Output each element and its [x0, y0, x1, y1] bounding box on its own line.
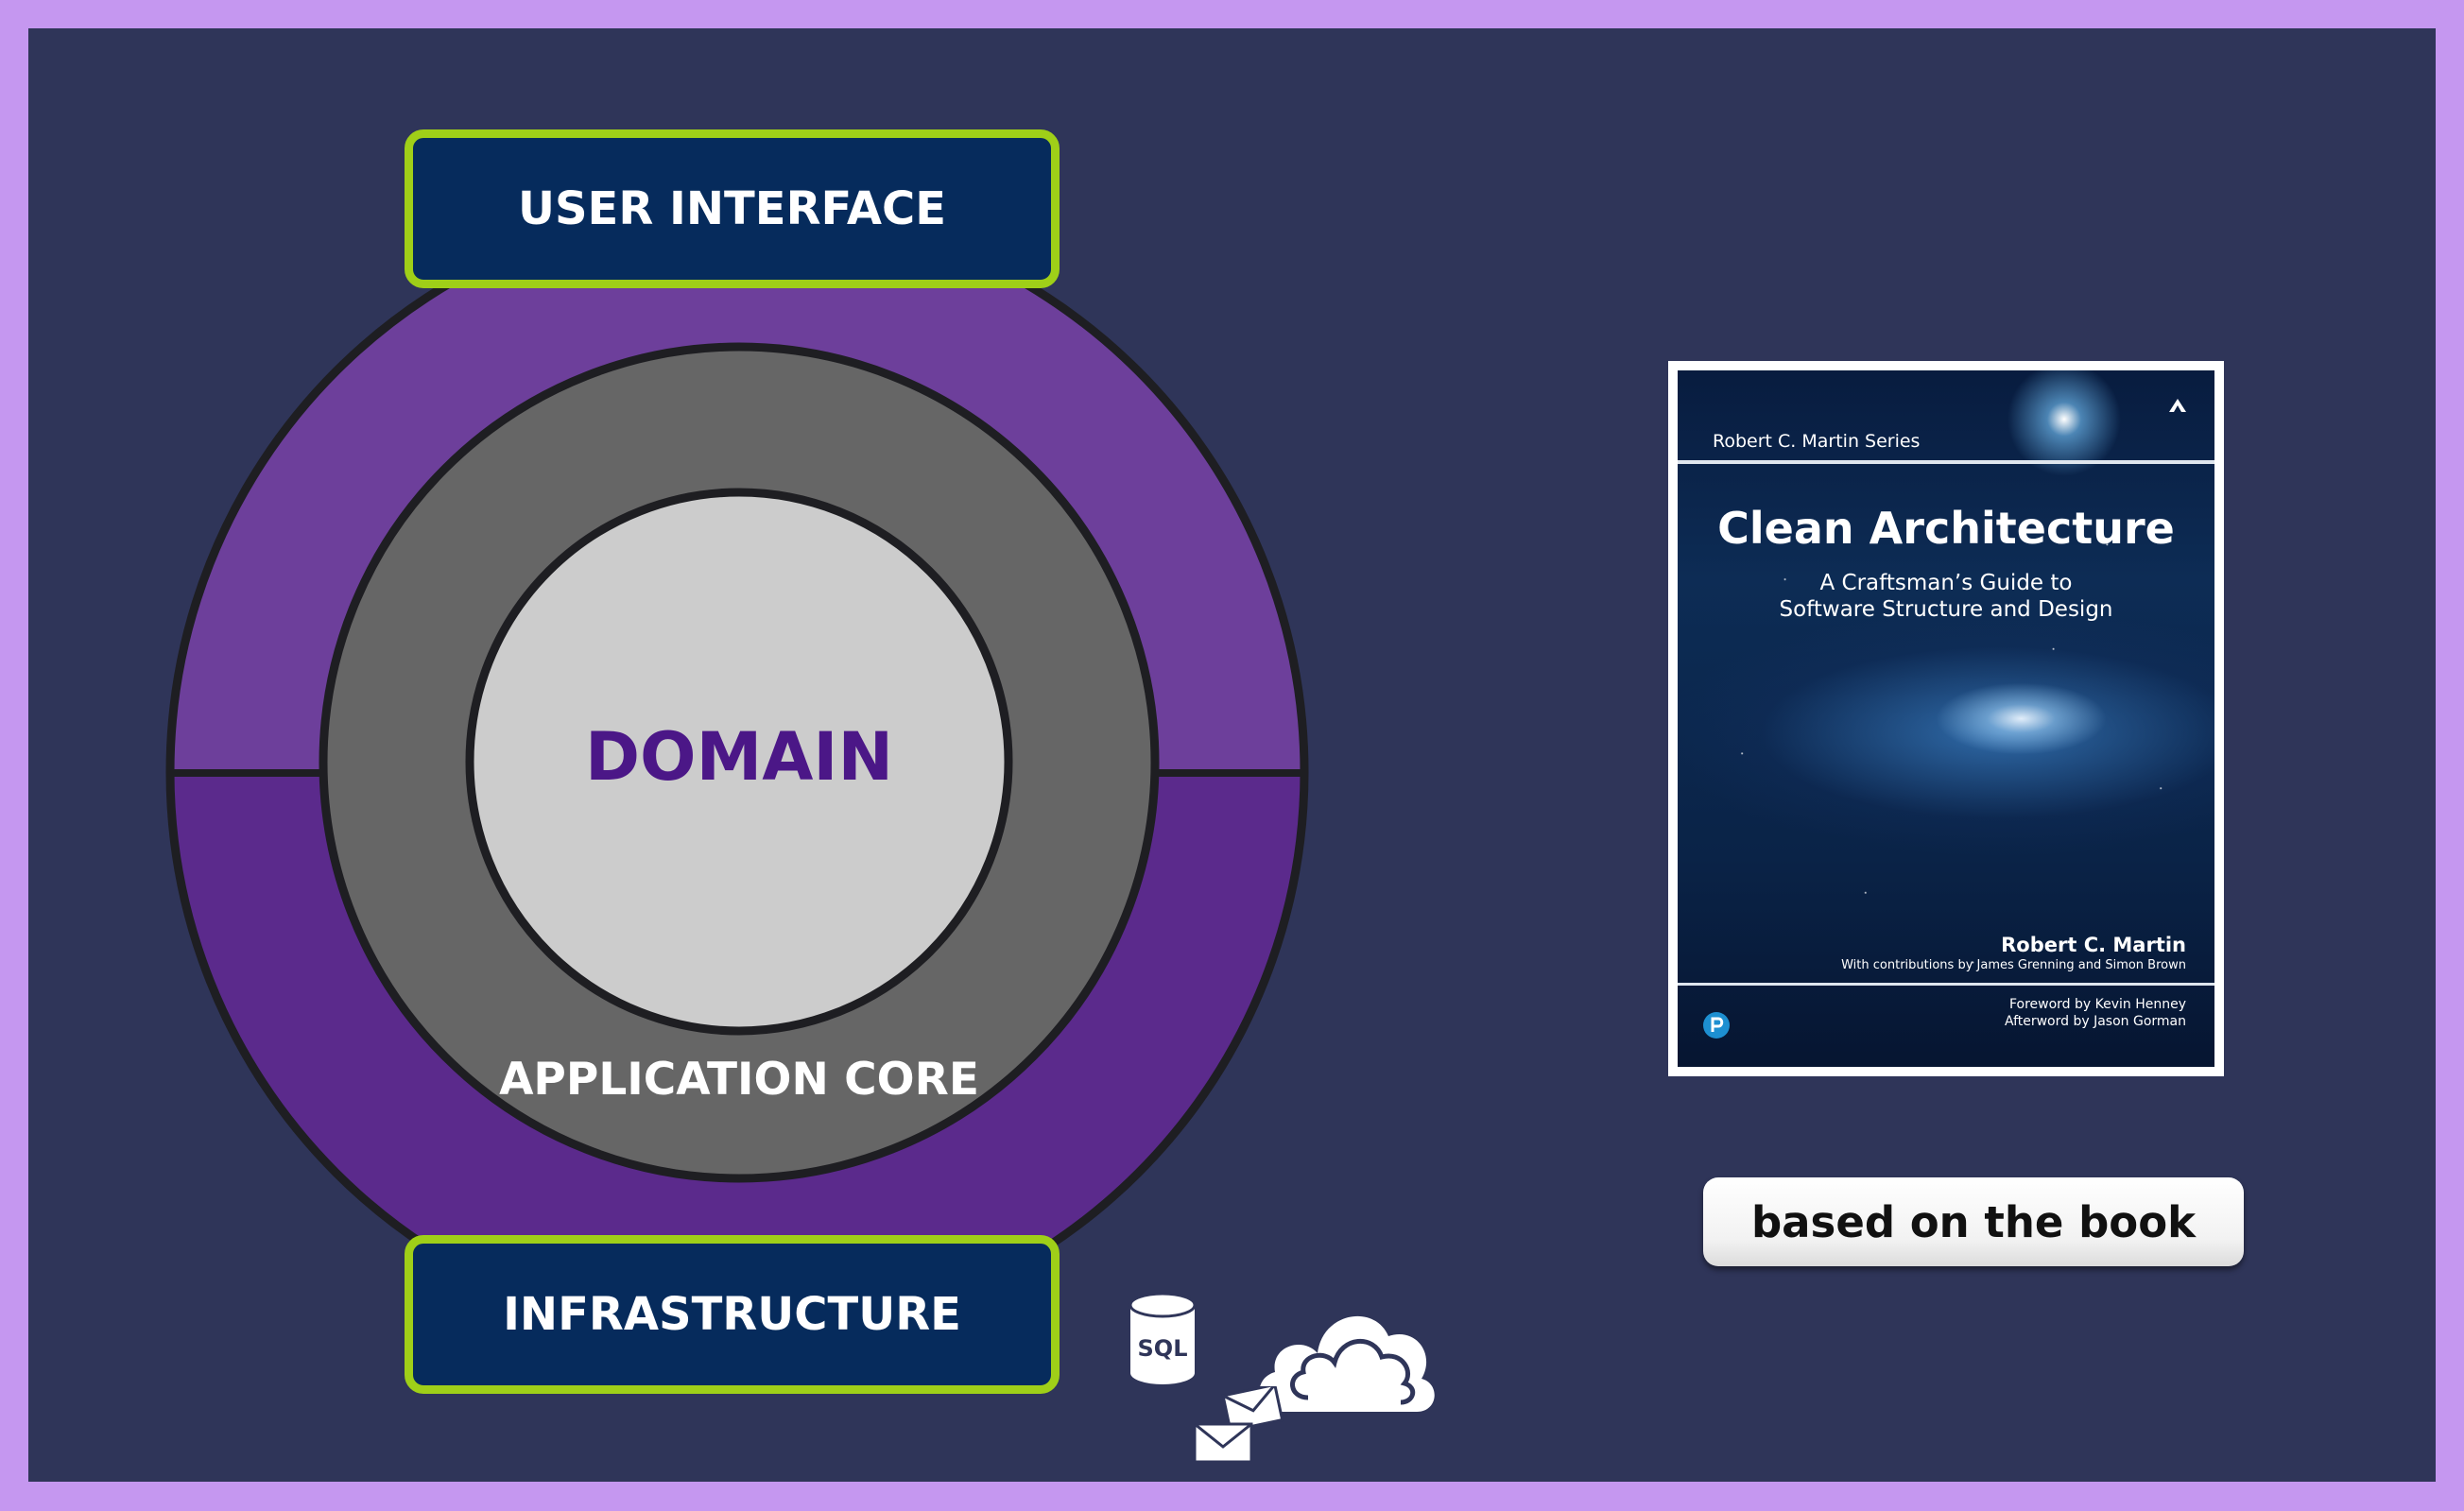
database-icon: SQL — [1129, 1292, 1197, 1384]
pearson-logo-icon — [1703, 1012, 1730, 1039]
book-subtitle-line-1: A Craftsman’s Guide to — [1819, 571, 2073, 595]
publisher-mark-icon — [2169, 399, 2186, 412]
book-author: Robert C. Martin — [2001, 934, 2186, 956]
book-series: Robert C. Martin Series — [1713, 431, 1921, 452]
application-core-label: APPLICATION CORE — [499, 1054, 979, 1106]
slide-canvas: DOMAIN APPLICATION CORE USER INTERFACE I… — [28, 28, 2436, 1482]
book-contributions: With contributions by James Grenning and… — [1841, 958, 2186, 972]
book-top-rule — [1678, 460, 2214, 464]
database-icon-label: SQL — [1138, 1335, 1188, 1362]
book-title: Clean Architecture — [1717, 503, 2175, 554]
book-foreword: Foreword by Kevin Henney — [2008, 997, 2186, 1012]
book-cover-art: Robert C. Martin Series Clean Architectu… — [1678, 370, 2214, 1067]
based-on-the-book-label: based on the book — [1703, 1177, 2244, 1266]
book-bottom-rule — [1678, 983, 2214, 986]
book-afterword: Afterword by Jason Gorman — [2004, 1014, 2186, 1029]
book-cover: Robert C. Martin Series Clean Architectu… — [1668, 361, 2224, 1076]
user-interface-box: USER INTERFACE — [405, 129, 1060, 288]
envelope-icon — [1193, 1386, 1284, 1464]
book-subtitle-line-2: Software Structure and Design — [1779, 597, 2113, 622]
domain-label: DOMAIN — [584, 718, 894, 796]
infrastructure-box: INFRASTRUCTURE — [405, 1235, 1060, 1394]
